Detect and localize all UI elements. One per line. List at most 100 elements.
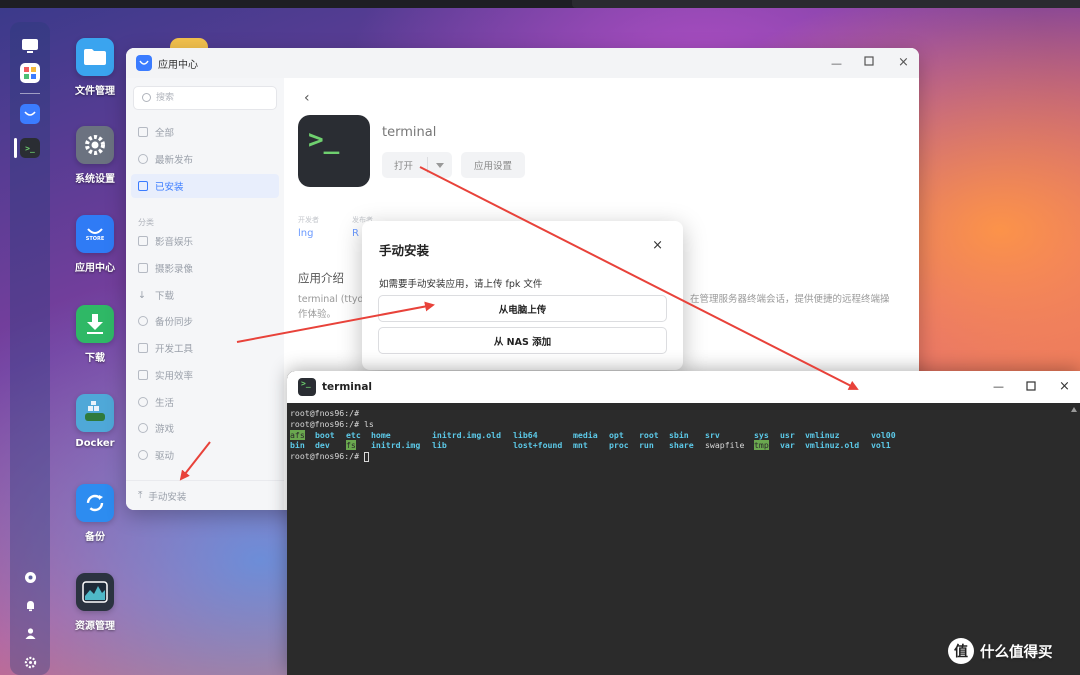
ls-entry: vol1 <box>871 440 891 450</box>
intro-text-left: terminal (ttyd <box>298 294 364 305</box>
meta-value[interactable]: lng <box>298 228 313 239</box>
manual-install-button[interactable]: ⤒ 手动安装 <box>126 480 284 510</box>
nav-label: 实用效率 <box>155 371 194 382</box>
close-icon[interactable]: × <box>1059 379 1070 394</box>
upload-from-computer-button[interactable]: 从电脑上传 <box>378 295 667 322</box>
desktop-file-manager[interactable]: 文件管理 <box>55 38 135 97</box>
camera-icon <box>138 263 148 273</box>
desktop-icon-label: Docker <box>75 438 115 449</box>
ls-entry: lib <box>432 440 447 450</box>
ls-entry: opt <box>609 430 624 440</box>
apps-grid-icon[interactable] <box>20 63 40 83</box>
terminal-icon[interactable]: >_ <box>20 138 40 158</box>
nav-label: 最新发布 <box>155 155 194 166</box>
desktop-docker[interactable]: Docker <box>55 394 135 449</box>
terminal-line: root@fnos96:/# <box>290 451 369 462</box>
watermark-text: 什么值得买 <box>980 644 1053 661</box>
app-center-sidebar: 搜索 全部 最新发布 已安装 分类 影音娱乐 摄影录像 ↓ 下载 备份同步 开发工… <box>126 78 284 510</box>
desktop-resource-monitor[interactable]: 资源管理 <box>55 573 135 632</box>
desktop-icon-label: 资源管理 <box>75 621 115 632</box>
manual-install-dialog: 手动安装 × 如需要手动安装应用，请上传 fpk 文件 从电脑上传 从 NAS … <box>362 221 683 370</box>
scroll-up-icon[interactable] <box>1071 407 1077 412</box>
desktop-app-center[interactable]: STORE 应用中心 <box>55 215 135 274</box>
maximize-icon[interactable] <box>864 56 874 69</box>
nav-label: 下载 <box>155 291 175 302</box>
bell-icon[interactable] <box>20 595 40 615</box>
desktop-system-settings[interactable]: 系统设置 <box>55 126 135 185</box>
nav-label: 摄影录像 <box>155 264 194 275</box>
ls-entry: var <box>780 440 795 450</box>
driver-icon <box>138 450 148 460</box>
ls-entry: afs <box>290 430 305 440</box>
sync-icon <box>138 316 148 326</box>
intro-text-line2: 作体验。 <box>298 309 337 320</box>
nav-label: 已安装 <box>155 182 184 193</box>
category-backup[interactable]: 备份同步 <box>131 309 279 333</box>
terminal-cursor <box>363 451 369 462</box>
nav-label: 备份同步 <box>155 317 194 328</box>
category-life[interactable]: 生活 <box>131 390 279 414</box>
installed-icon <box>138 181 148 191</box>
app-name: terminal <box>382 125 437 140</box>
nav-label: 开发工具 <box>155 344 194 355</box>
ls-entry: bin <box>290 440 305 450</box>
desktop-icon-label: 系统设置 <box>75 174 115 185</box>
search-input[interactable]: 搜索 <box>133 86 277 110</box>
dock: >_ <box>10 22 50 675</box>
terminal-app-icon: >_ <box>298 115 370 187</box>
nav-label: 生活 <box>155 398 175 409</box>
ls-entry: proc <box>609 440 629 450</box>
close-icon[interactable]: × <box>652 238 663 253</box>
store-icon[interactable] <box>20 104 40 124</box>
help-icon[interactable] <box>20 567 40 587</box>
minimize-icon[interactable]: — <box>831 57 842 70</box>
category-heading: 分类 <box>138 218 154 227</box>
nav-latest[interactable]: 最新发布 <box>131 147 279 171</box>
desktop-download[interactable]: 下载 <box>55 305 135 364</box>
ls-entry: initrd.img <box>371 440 421 450</box>
dock-separator <box>20 93 40 94</box>
active-indicator <box>14 138 17 158</box>
settings-gear-icon[interactable] <box>20 652 40 672</box>
minimize-icon[interactable]: — <box>993 380 1004 393</box>
category-dev-tools[interactable]: 开发工具 <box>131 336 279 360</box>
terminal-output[interactable]: root@fnos96:/# root@fnos96:/# ls afs boot… <box>287 403 1080 675</box>
category-download[interactable]: ↓ 下载 <box>131 283 279 307</box>
category-drivers[interactable]: 驱动 <box>131 443 279 467</box>
gear-icon <box>76 126 114 164</box>
meta-value[interactable]: R <box>352 228 359 239</box>
category-media[interactable]: 影音娱乐 <box>131 229 279 253</box>
category-productivity[interactable]: 实用效率 <box>131 363 279 387</box>
add-from-nas-button[interactable]: 从 NAS 添加 <box>378 327 667 354</box>
app-settings-button[interactable]: 应用设置 <box>461 152 525 178</box>
terminal-title: terminal <box>322 381 373 393</box>
category-photo[interactable]: 摄影录像 <box>131 256 279 280</box>
tools-icon <box>138 370 148 380</box>
close-icon[interactable]: × <box>898 55 909 70</box>
manual-install-label: 手动安装 <box>148 491 187 503</box>
desktop-backup[interactable]: 备份 <box>55 484 135 543</box>
nav-installed[interactable]: 已安装 <box>131 174 279 198</box>
terminal-line: root@fnos96:/# <box>290 408 360 418</box>
ls-entry: home <box>371 430 391 440</box>
chevron-down-icon[interactable] <box>436 163 444 168</box>
terminal-scrollbar[interactable] <box>1071 407 1077 672</box>
user-icon[interactable] <box>20 623 40 643</box>
download-arrow-icon: ↓ <box>138 290 146 301</box>
game-icon <box>138 423 148 433</box>
ls-entry: root <box>639 430 659 440</box>
intro-title: 应用介绍 <box>298 271 344 285</box>
category-games[interactable]: 游戏 <box>131 416 279 440</box>
backup-icon <box>76 484 114 522</box>
nav-label: 全部 <box>155 128 175 139</box>
ls-entry: mnt <box>573 440 588 450</box>
open-button[interactable]: 打开 <box>382 152 452 178</box>
nav-all[interactable]: 全部 <box>131 120 279 144</box>
maximize-icon[interactable] <box>1026 381 1036 394</box>
desktop-icon[interactable] <box>20 36 40 56</box>
search-icon <box>142 93 151 102</box>
ls-entry: tmp <box>754 440 769 450</box>
store-icon <box>136 55 152 71</box>
ls-entry: vol00 <box>871 430 896 440</box>
back-icon[interactable]: ‹ <box>304 90 310 106</box>
